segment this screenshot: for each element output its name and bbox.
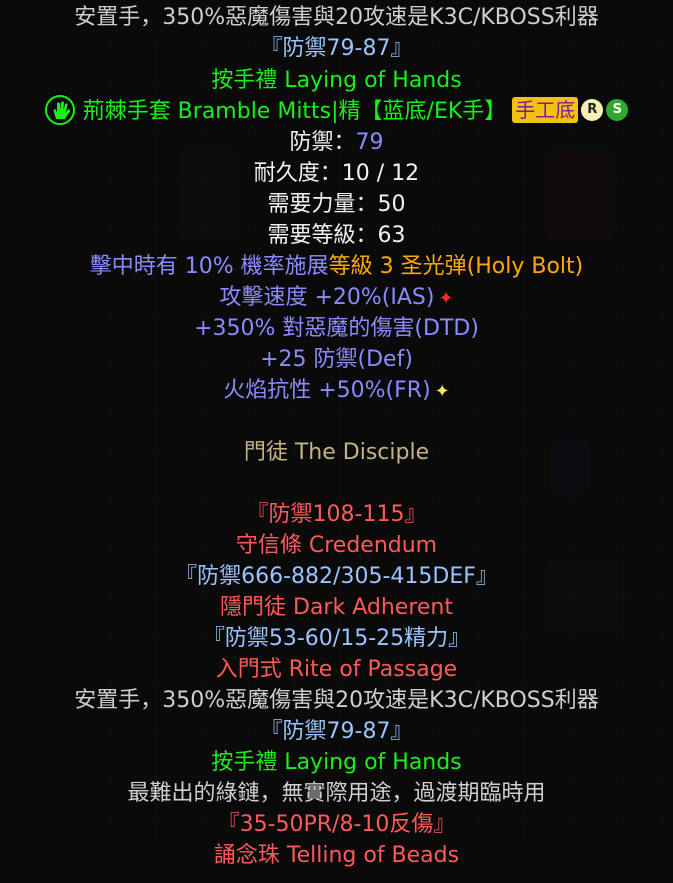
stat-range-line: 『35-50PR/8-10反傷』 [217, 812, 456, 837]
defense-value: 79 [355, 130, 384, 155]
defense-range-line-2: 『防禦108-115』 [246, 502, 427, 527]
defense-range-line-5: 『防禦79-87』 [260, 719, 413, 744]
yellow-star-icon: ✦ [434, 381, 450, 402]
proc-chance-text: 擊中時有 10% 機率施展 [89, 254, 329, 279]
badge-s-icon: S [606, 99, 629, 121]
defense-range-line-3: 『防禦666-882/305-415DEF』 [175, 564, 498, 589]
proc-skill-text: 等級 3 圣光弹(Holy Bolt) [328, 254, 584, 279]
ias-text: 攻擊速度 +20%(IAS) [219, 285, 435, 310]
dtd-line: +350% 對惡魔的傷害(DTD) [194, 316, 479, 341]
badge-r-icon: R [581, 99, 604, 121]
defense-label: 防禦： [289, 130, 356, 155]
required-level-line: 需要等級：63 [267, 223, 406, 248]
base-item-name: 荊棘手套 Bramble Mitts|精【蓝底/EK手】 [82, 99, 507, 124]
set-item-name-2: 守信條 Credendum [235, 533, 438, 558]
green-hand-icon [44, 95, 75, 125]
item-tooltip: 安置手，350%惡魔傷害與20攻速是K3C/KBOSS利器 『防禦79-87』 … [0, 0, 673, 883]
defense-range-line-1: 『防禦79-87』 [260, 36, 413, 61]
note-line-3: 最難出的綠鏈，無實際用途，過渡期臨時用 [127, 781, 546, 806]
base-item-line: 荊棘手套 Bramble Mitts|精【蓝底/EK手】 手工底 R S [0, 95, 673, 127]
note-line-1: 安置手，350%惡魔傷害與20攻速是K3C/KBOSS利器 [74, 5, 599, 30]
ias-line: 攻擊速度 +20%(IAS) ✦ [0, 283, 673, 314]
note-line-2: 安置手，350%惡魔傷害與20攻速是K3C/KBOSS利器 [74, 688, 599, 713]
set-name-line: 門徒 The Disciple [243, 440, 430, 465]
set-item-name-4: 入門式 Rite of Passage [215, 657, 458, 682]
def-bonus-line: +25 防禦(Def) [260, 347, 413, 372]
set-item-name-6: 誦念珠 Telling of Beads [213, 843, 460, 868]
fire-res-text: 火焰抗性 +50%(FR) [223, 378, 431, 403]
set-item-name-1: 按手禮 Laying of Hands [211, 68, 462, 93]
set-item-name-5: 按手禮 Laying of Hands [211, 750, 462, 775]
red-star-icon: ✦ [438, 288, 454, 309]
durability-line: 耐久度：10 / 12 [253, 161, 420, 186]
required-strength-line: 需要力量：50 [267, 192, 406, 217]
set-item-name-3: 隱門徒 Dark Adherent [220, 595, 453, 620]
defense-stat-line: 防禦：79 [0, 128, 673, 158]
proc-skill-line: 擊中時有 10% 機率施展等級 3 圣光弹(Holy Bolt) [0, 252, 673, 282]
craft-base-tag: 手工底 [512, 97, 579, 123]
fire-res-line: 火焰抗性 +50%(FR) ✦ [0, 376, 673, 407]
defense-range-line-4: 『防禦53-60/15-25精力』 [202, 626, 471, 651]
